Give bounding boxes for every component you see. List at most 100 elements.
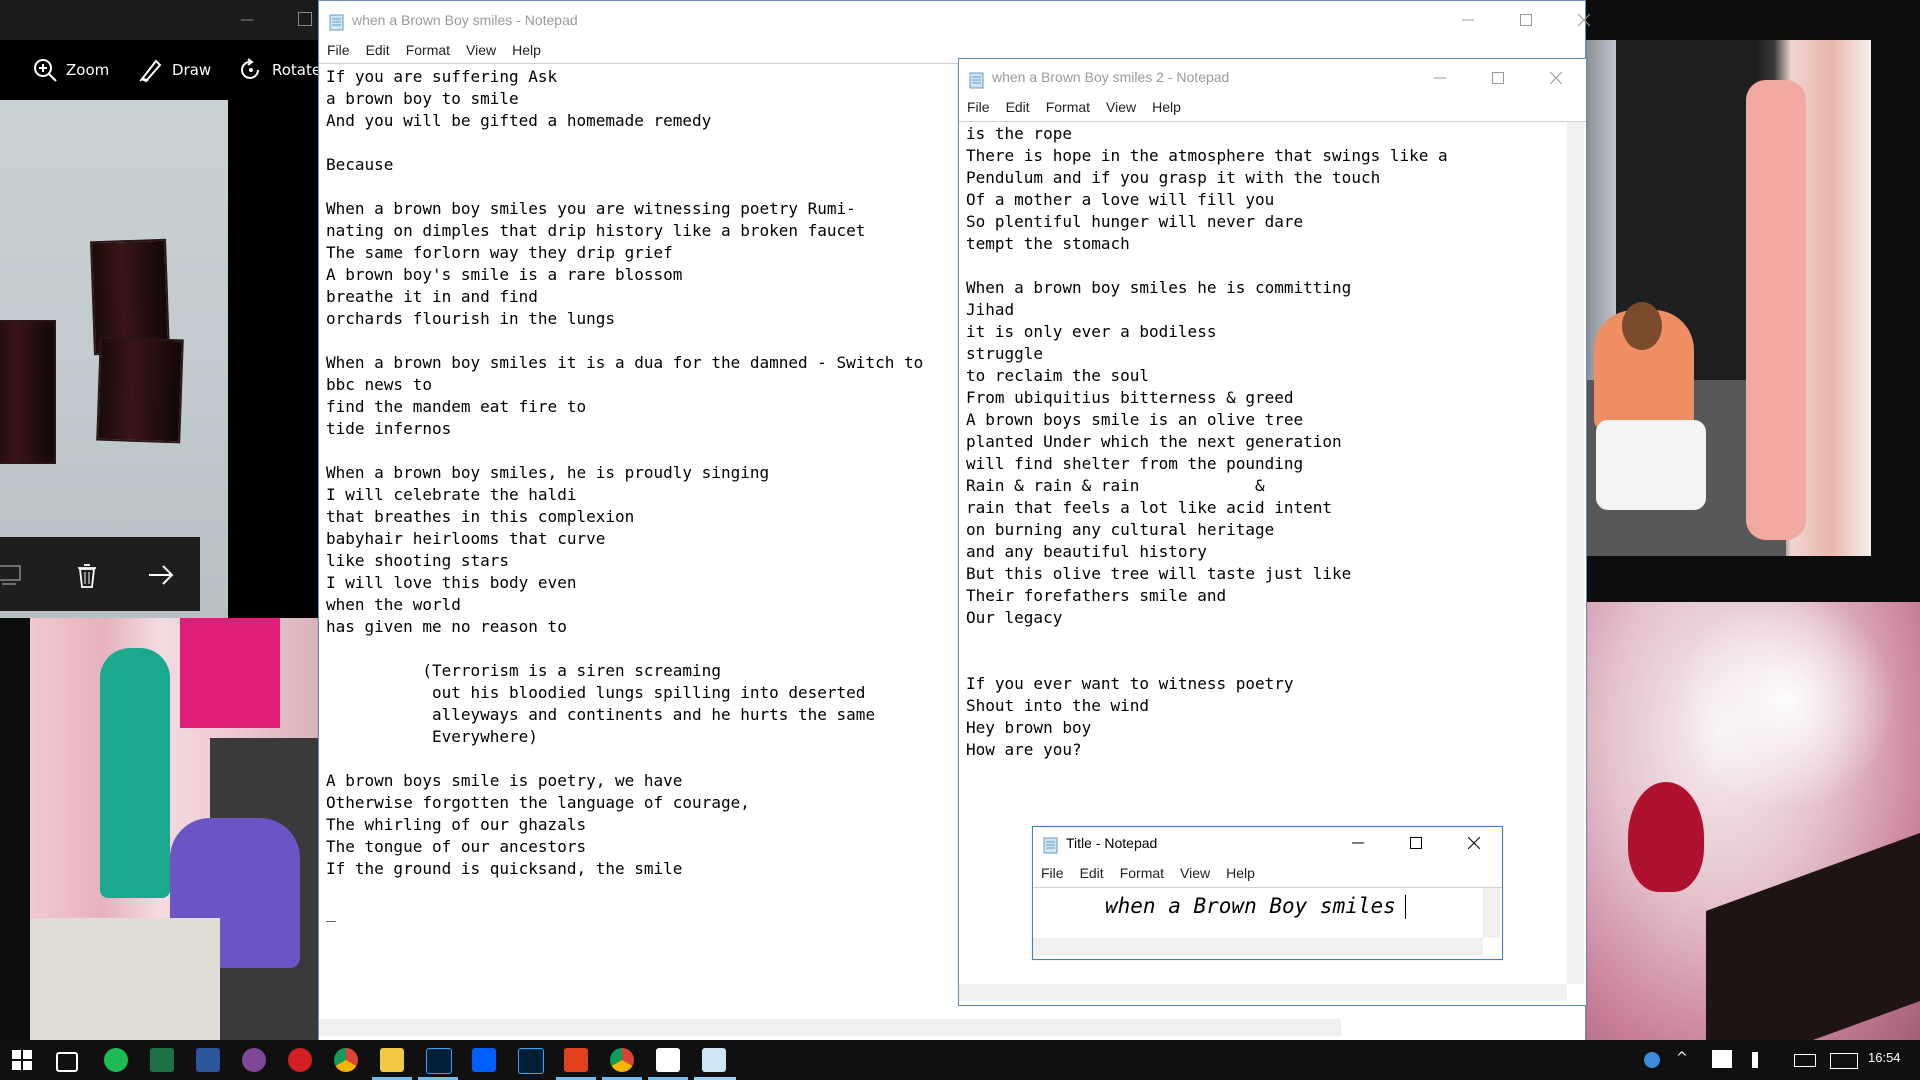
zoom-button[interactable]: Zoom xyxy=(32,58,109,82)
draw-button[interactable]: Draw xyxy=(138,58,212,83)
desktop-photo-men-on-steps xyxy=(30,618,320,1043)
horizontal-scrollbar[interactable] xyxy=(1033,938,1483,955)
menu-format[interactable]: Format xyxy=(1038,99,1098,119)
smiling-face xyxy=(1622,302,1662,350)
word-icon[interactable] xyxy=(196,1048,220,1072)
notepad-icon[interactable] xyxy=(702,1048,726,1072)
photos-maximize-icon[interactable] xyxy=(298,12,312,26)
notepad-3-titlebar[interactable]: Title - Notepad xyxy=(1033,827,1502,863)
minimize-icon xyxy=(1352,842,1364,844)
menu-bar: File Edit Format View Help xyxy=(959,99,1586,119)
menu-bar: File Edit Format View Help xyxy=(1033,865,1502,885)
maximize-icon xyxy=(1492,72,1504,84)
menu-file[interactable]: File xyxy=(319,42,358,62)
minimize-button[interactable] xyxy=(1411,59,1469,97)
start-icon[interactable] xyxy=(12,1050,32,1074)
minimize-button[interactable] xyxy=(1439,1,1497,39)
rotate-button[interactable]: Rotate xyxy=(238,58,321,82)
menu-help[interactable]: Help xyxy=(504,42,549,62)
stone-steps xyxy=(30,918,220,1043)
menu-format[interactable]: Format xyxy=(1112,865,1172,885)
task-view-icon[interactable] xyxy=(56,1052,78,1072)
keyboard-icon[interactable] xyxy=(1830,1053,1858,1069)
cloudy-sky xyxy=(1666,602,1906,802)
chrome-remote-tray-icon[interactable] xyxy=(1644,1052,1660,1068)
pink-pillar xyxy=(1746,80,1806,540)
rotate-icon xyxy=(241,58,259,79)
ipvanish-icon[interactable] xyxy=(288,1048,312,1072)
film-negative-strip xyxy=(96,336,184,444)
draw-label: Draw xyxy=(172,61,212,79)
window-title: when a Brown Boy smiles 2 - Notepad xyxy=(992,69,1230,85)
photos-minimize-glyph[interactable]: — xyxy=(240,12,254,28)
close-button[interactable] xyxy=(1555,1,1613,39)
zoom-label: Zoom xyxy=(66,61,110,79)
delete-icon[interactable] xyxy=(72,560,102,590)
menu-help[interactable]: Help xyxy=(1218,865,1263,885)
menu-view[interactable]: View xyxy=(1172,865,1218,885)
notepad-window-3: Title - Notepad File Edit Format View He… xyxy=(1032,826,1503,960)
menu-format[interactable]: Format xyxy=(398,42,458,62)
window-title: when a Brown Boy smiles - Notepad xyxy=(352,12,578,28)
volume-icon[interactable] xyxy=(1752,1052,1774,1068)
close-button[interactable] xyxy=(1445,827,1503,859)
window-title: Title - Notepad xyxy=(1066,835,1158,851)
photoshop-icon[interactable] xyxy=(426,1048,452,1074)
menu-help[interactable]: Help xyxy=(1144,99,1189,119)
maximize-icon xyxy=(1410,837,1422,849)
notepad-app-icon xyxy=(329,14,344,31)
photos-app-titlebar xyxy=(0,0,320,40)
close-button[interactable] xyxy=(1527,59,1585,97)
draw-icon xyxy=(139,59,162,83)
menu-file[interactable]: File xyxy=(959,99,998,119)
maximize-button[interactable] xyxy=(1497,1,1555,39)
notepad-app-icon xyxy=(969,72,984,89)
show-hidden-icons-icon[interactable]: ^ xyxy=(1676,1050,1688,1066)
menu-view[interactable]: View xyxy=(1098,99,1144,119)
man-in-teal-kurta xyxy=(100,648,170,898)
film-negative-strip xyxy=(0,320,56,464)
title-text-area[interactable]: when a Brown Boy smiles xyxy=(1105,891,1396,921)
maximize-button[interactable] xyxy=(1469,59,1527,97)
desktop-photo-man-by-door xyxy=(1586,40,1871,556)
notepad-2-titlebar[interactable]: when a Brown Boy smiles 2 - Notepad xyxy=(959,59,1586,99)
tor-icon[interactable] xyxy=(242,1048,266,1072)
minimize-button[interactable] xyxy=(1329,827,1387,859)
zoom-icon xyxy=(34,59,57,82)
file-explorer-icon[interactable] xyxy=(380,1048,404,1072)
clock[interactable]: 16:54 xyxy=(1868,1050,1901,1065)
horizontal-scrollbar[interactable] xyxy=(319,1019,1341,1036)
menu-file[interactable]: File xyxy=(1033,865,1072,885)
battery-icon[interactable] xyxy=(1794,1054,1816,1067)
acrobat-icon[interactable] xyxy=(564,1048,588,1072)
chrome-icon-2[interactable] xyxy=(610,1048,634,1072)
menu-edit[interactable]: Edit xyxy=(358,42,398,62)
menu-edit[interactable]: Edit xyxy=(998,99,1038,119)
minimize-icon xyxy=(1462,19,1474,21)
red-flower xyxy=(1628,782,1704,892)
menu-view[interactable]: View xyxy=(458,42,504,62)
next-arrow-icon[interactable] xyxy=(146,560,176,590)
text-editor-area[interactable]: If you are suffering Ask a brown boy to … xyxy=(326,66,923,924)
notepad-app-icon xyxy=(1043,837,1058,854)
spotify-icon[interactable] xyxy=(104,1048,128,1072)
menu-edit[interactable]: Edit xyxy=(1072,865,1112,885)
text-cursor xyxy=(1405,895,1406,919)
slideshow-icon[interactable] xyxy=(0,560,26,590)
vertical-scrollbar[interactable] xyxy=(1567,122,1584,984)
lightroom-icon[interactable] xyxy=(518,1048,544,1074)
excel-icon[interactable] xyxy=(150,1048,174,1072)
desktop-photo-red-flower xyxy=(1586,602,1920,1040)
horizontal-scrollbar[interactable] xyxy=(959,984,1567,1001)
chrome-icon[interactable] xyxy=(334,1048,358,1072)
maximize-button[interactable] xyxy=(1387,827,1445,859)
photos-icon[interactable] xyxy=(656,1048,680,1072)
dropbox-icon[interactable] xyxy=(472,1048,496,1072)
text-editor-area[interactable]: is the rope There is hope in the atmosph… xyxy=(966,123,1448,761)
pink-poster xyxy=(180,618,280,728)
dropbox-tray-icon[interactable] xyxy=(1712,1050,1732,1068)
vertical-scrollbar[interactable] xyxy=(1483,888,1500,938)
notepad-1-titlebar[interactable]: when a Brown Boy smiles - Notepad xyxy=(319,1,1590,41)
close-icon xyxy=(1578,14,1590,26)
rotate-label: Rotate xyxy=(272,61,322,79)
